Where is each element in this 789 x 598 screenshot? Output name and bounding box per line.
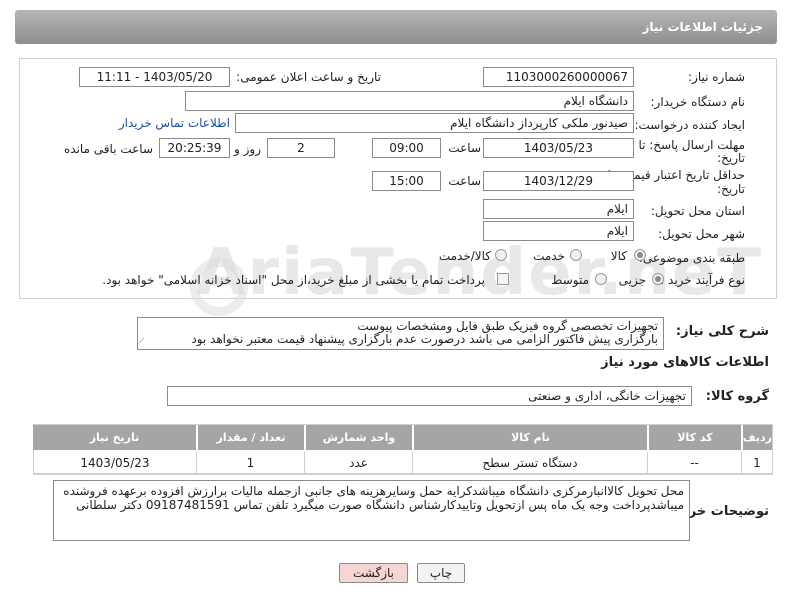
col-header-unit: واحد شمارش xyxy=(305,425,412,450)
col-header-qty: تعداد / مقدار xyxy=(197,425,304,450)
process-minor-label: جزیی xyxy=(618,273,646,287)
category-service-label: خدمت xyxy=(533,249,565,263)
validity-label-2: تاریخ: xyxy=(717,182,745,196)
validity-time-field: 15:00 xyxy=(372,171,441,191)
summary-label: شرح کلی نیاز: xyxy=(675,324,769,339)
print-button[interactable]: چاپ xyxy=(417,563,465,583)
announce-label: تاریخ و ساعت اعلان عمومی: xyxy=(236,70,381,84)
process-minor-radio[interactable] xyxy=(652,273,664,285)
process-medium-label: متوسط xyxy=(551,273,589,287)
deadline-time-field: 09:00 xyxy=(372,138,441,158)
summary-textarea[interactable]: تجهیزات تخصصی گروه فیزیک طبق فایل ومشخصا… xyxy=(137,317,664,350)
deadline-time-label: ساعت xyxy=(448,141,481,155)
announce-field: 1403/05/20 - 11:11 xyxy=(79,67,230,87)
province-field: ایلام xyxy=(483,199,634,219)
col-header-code: کد کالا xyxy=(648,425,741,450)
creator-label: ایجاد کننده درخواست: xyxy=(634,118,745,132)
category-label: طبقه بندی موضوعی: xyxy=(638,251,745,265)
days-label: روز و xyxy=(234,142,261,156)
province-label: استان محل تحویل: xyxy=(650,204,745,218)
goods-table: ردیف کد کالا نام کالا واحد شمارش تعداد /… xyxy=(33,424,773,475)
table-cell-date: 1403/05/23 xyxy=(34,452,196,474)
days-field: 2 xyxy=(267,138,335,158)
deadline-label-2: تاریخ: xyxy=(717,151,745,165)
goods-section-title: اطلاعات کالاهای مورد نیاز xyxy=(601,355,769,370)
treasury-payment-checkbox[interactable] xyxy=(497,273,509,285)
watermark-logo xyxy=(190,258,248,316)
buyer-notes-field: محل تحویل کالاانبارمرکزی دانشگاه میباشدک… xyxy=(53,480,690,541)
table-cell-name: دستگاه تستر سطح xyxy=(412,452,647,474)
deadline-date-field: 1403/05/23 xyxy=(483,138,634,158)
table-cell-row: 1 xyxy=(741,452,772,474)
remaining-label: ساعت باقی مانده xyxy=(63,142,153,156)
category-goods-label: کالا xyxy=(610,249,627,263)
need-number-label: شماره نیاز: xyxy=(688,70,745,84)
validity-time-label: ساعت xyxy=(448,174,481,188)
need-number-field: 1103000260000067 xyxy=(483,67,634,87)
remaining-time-field: 20:25:39 xyxy=(159,138,230,158)
process-label: نوع فرآیند خرید : xyxy=(660,273,745,287)
page-title: جزئیات اطلاعات نیاز xyxy=(15,10,777,44)
validity-date-field: 1403/12/29 xyxy=(483,171,634,191)
category-mixed-radio[interactable] xyxy=(495,249,507,261)
creator-field: صیدنور ملکی کارپرداز دانشگاه ایلام xyxy=(235,113,634,133)
buyer-field: دانشگاه ایلام xyxy=(185,91,634,111)
table-cell-unit: عدد xyxy=(304,452,412,474)
back-button[interactable]: بازگشت xyxy=(339,563,408,583)
city-label: شهر محل تحویل: xyxy=(658,227,745,241)
col-header-row: ردیف xyxy=(742,425,772,450)
summary-line-2: بارگزاری پیش فاکتور الزامی می باشد درصور… xyxy=(191,332,658,346)
category-service-radio[interactable] xyxy=(570,249,582,261)
col-header-name: نام کالا xyxy=(413,425,647,450)
deadline-label: مهلت ارسال پاسخ: تا xyxy=(638,138,745,152)
goods-group-label: گروه کالا: xyxy=(705,389,769,404)
category-mixed-label: کالا/خدمت xyxy=(438,249,491,263)
process-medium-radio[interactable] xyxy=(595,273,607,285)
table-cell-qty: 1 xyxy=(196,452,304,474)
goods-group-field: تجهیزات خانگی، اداری و صنعتی xyxy=(167,386,692,406)
col-header-date: تاریخ نیاز xyxy=(33,425,196,450)
table-cell-code: -- xyxy=(647,452,741,474)
buyer-label: نام دستگاه خریدار: xyxy=(650,95,746,109)
contact-buyer-link[interactable]: اطلاعات تماس خریدار xyxy=(119,116,230,130)
city-field: ایلام xyxy=(483,221,634,241)
category-goods-radio[interactable] xyxy=(634,249,646,261)
treasury-payment-text: پرداخت تمام یا بخشی از مبلغ خرید،از محل … xyxy=(102,273,485,287)
